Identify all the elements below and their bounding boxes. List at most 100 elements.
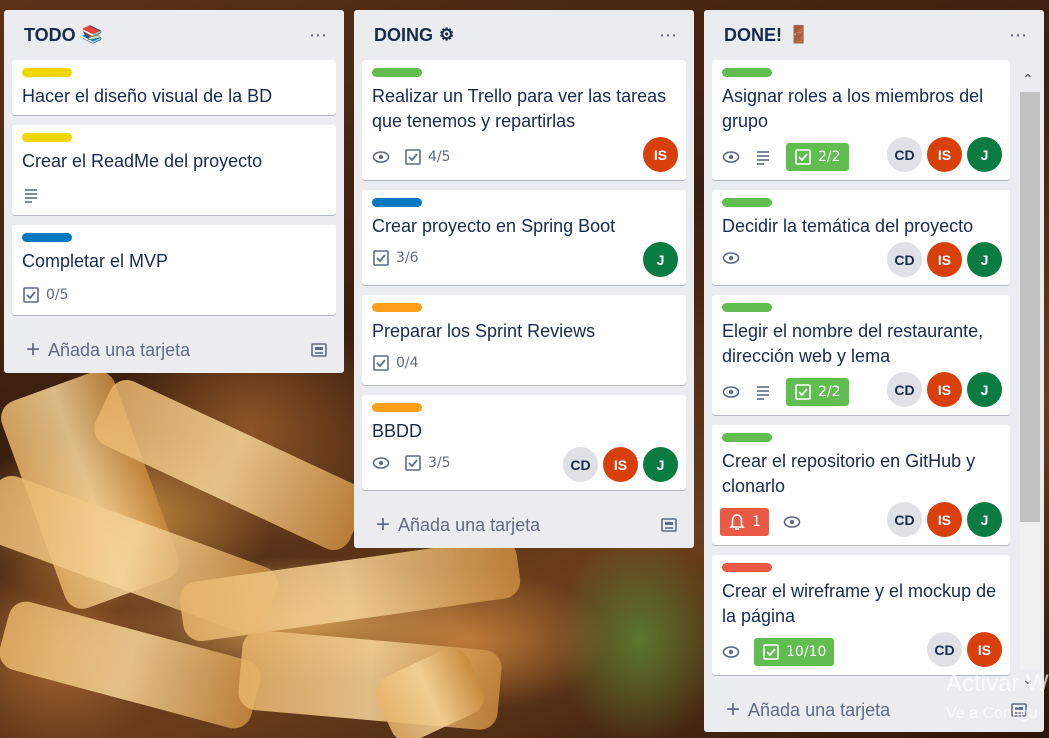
eye-icon [722, 383, 740, 401]
card-title: Crear el ReadMe del proyecto [22, 151, 263, 171]
avatar[interactable]: J [643, 447, 678, 482]
card[interactable]: Elegir el nombre del restaurante, direcc… [712, 295, 1010, 415]
card[interactable]: Hacer el diseño visual de la BD [12, 60, 336, 115]
card-members: CD IS [927, 632, 1002, 667]
card[interactable]: Completar el MVP 0/5 [12, 225, 336, 315]
avatar[interactable]: IS [927, 242, 962, 277]
books-emoji-icon: 📚 [81, 25, 103, 44]
card-label-blue[interactable] [372, 198, 422, 207]
avatar[interactable]: CD [887, 137, 922, 172]
checklist-icon [795, 149, 811, 165]
card-title: Elegir el nombre del restaurante, direcc… [722, 321, 984, 366]
eye-icon [372, 148, 390, 166]
checklist-count: 10/10 [786, 644, 827, 660]
avatar[interactable]: CD [887, 372, 922, 407]
avatar[interactable]: IS [927, 502, 962, 537]
avatar[interactable]: IS [603, 447, 638, 482]
checklist-count: 0/5 [46, 287, 69, 303]
avatar[interactable]: J [967, 242, 1002, 277]
checklist-count: 2/2 [818, 149, 841, 165]
plus-icon: + [376, 511, 391, 538]
eye-icon [722, 643, 740, 661]
card-title: Crear el repositorio en GitHub y clonarl… [722, 451, 976, 496]
add-card-button[interactable]: + Añada una tarjeta [362, 500, 686, 550]
checklist-badge: 3/6 [372, 249, 419, 267]
activation-watermark-subtitle: Ve a Configu [946, 705, 1038, 722]
card-label-green[interactable] [722, 433, 772, 442]
card-label-blue[interactable] [22, 233, 72, 242]
card[interactable]: Crear el wireframe y el mockup de la pág… [712, 555, 1010, 675]
checklist-icon [373, 355, 389, 371]
list-title[interactable]: TODO 📚 [24, 25, 103, 46]
list-title-text: DOING [374, 24, 434, 45]
list-title[interactable]: DONE! 🚪 [724, 25, 809, 46]
card-title: Realizar un Trello para ver las tareas q… [372, 86, 667, 131]
card-title: Hacer el diseño visual de la BD [22, 86, 273, 106]
list-title[interactable]: DOING ⚙ [374, 25, 454, 46]
list-done: DONE! 🚪 ⋯ Asignar roles a los miembros d… [704, 10, 1044, 732]
card-label-green[interactable] [722, 198, 772, 207]
card-label-yellow[interactable] [22, 68, 72, 77]
card[interactable]: Preparar los Sprint Reviews 0/4 [362, 295, 686, 385]
avatar[interactable]: CD [563, 447, 598, 482]
gear-emoji-icon: ⚙ [439, 25, 455, 44]
card-members: J [643, 242, 678, 277]
plus-icon: + [726, 696, 741, 723]
checklist-icon [405, 455, 421, 471]
scroll-up-icon[interactable]: ⌃ [1022, 72, 1034, 88]
avatar[interactable]: J [967, 502, 1002, 537]
card[interactable]: Asignar roles a los miembros del grupo 2… [712, 60, 1010, 180]
checklist-badge: 0/4 [372, 354, 419, 372]
card-title: Preparar los Sprint Reviews [372, 321, 596, 341]
card[interactable]: Crear el ReadMe del proyecto [12, 125, 336, 215]
card-members: CD IS J [887, 372, 1002, 407]
card[interactable]: Crear el repositorio en GitHub y clonarl… [712, 425, 1010, 545]
card-label-orange[interactable] [372, 403, 422, 412]
card[interactable]: Decidir la temática del proyecto CD IS J [712, 190, 1010, 285]
eye-icon [722, 249, 740, 267]
avatar[interactable]: CD [887, 242, 922, 277]
list-menu-icon[interactable]: ⋯ [1009, 25, 1028, 46]
avatar[interactable]: IS [927, 372, 962, 407]
card-title: BBDD [372, 421, 423, 441]
add-card-button[interactable]: + Añada una tarjeta [12, 325, 336, 375]
avatar[interactable]: IS [643, 137, 678, 172]
avatar[interactable]: CD [887, 502, 922, 537]
template-icon[interactable] [660, 517, 678, 533]
card-label-green[interactable] [722, 68, 772, 77]
avatar[interactable]: CD [927, 632, 962, 667]
list-header: DONE! 🚪 ⋯ [712, 10, 1036, 60]
description-icon [754, 383, 772, 401]
card[interactable]: Crear proyecto en Spring Boot 3/6 J [362, 190, 686, 285]
card-members: CD IS J [887, 502, 1002, 537]
avatar[interactable]: J [643, 242, 678, 277]
list-scrollbar[interactable]: ⌃ ⌄ [1018, 68, 1044, 688]
avatar[interactable]: J [967, 372, 1002, 407]
checklist-icon [373, 250, 389, 266]
eye-icon [783, 513, 801, 531]
card[interactable]: Realizar un Trello para ver las tareas q… [362, 60, 686, 180]
card-label-green[interactable] [722, 303, 772, 312]
card-label-green[interactable] [372, 68, 422, 77]
avatar[interactable]: IS [967, 632, 1002, 667]
avatar[interactable]: IS [927, 137, 962, 172]
card-members: CD IS J [563, 447, 678, 482]
add-card-label: Añada una tarjeta [48, 339, 191, 360]
template-icon[interactable] [310, 342, 328, 358]
eye-icon [722, 148, 740, 166]
card[interactable]: BBDD 3/5 CD IS J [362, 395, 686, 490]
checklist-badge: 0/5 [22, 286, 69, 304]
card-members: CD IS J [887, 242, 1002, 277]
list-title-text: TODO [24, 24, 76, 45]
door-emoji-icon: 🚪 [788, 25, 810, 44]
list-menu-icon[interactable]: ⋯ [659, 25, 678, 46]
notification-badge: 1 [720, 508, 769, 536]
list-menu-icon[interactable]: ⋯ [309, 25, 328, 46]
avatar[interactable]: J [967, 137, 1002, 172]
card-label-red[interactable] [722, 563, 772, 572]
card-label-yellow[interactable] [22, 133, 72, 142]
notification-count: 1 [752, 514, 761, 530]
card-members: CD IS J [887, 137, 1002, 172]
scroll-thumb[interactable] [1020, 92, 1040, 522]
card-label-orange[interactable] [372, 303, 422, 312]
